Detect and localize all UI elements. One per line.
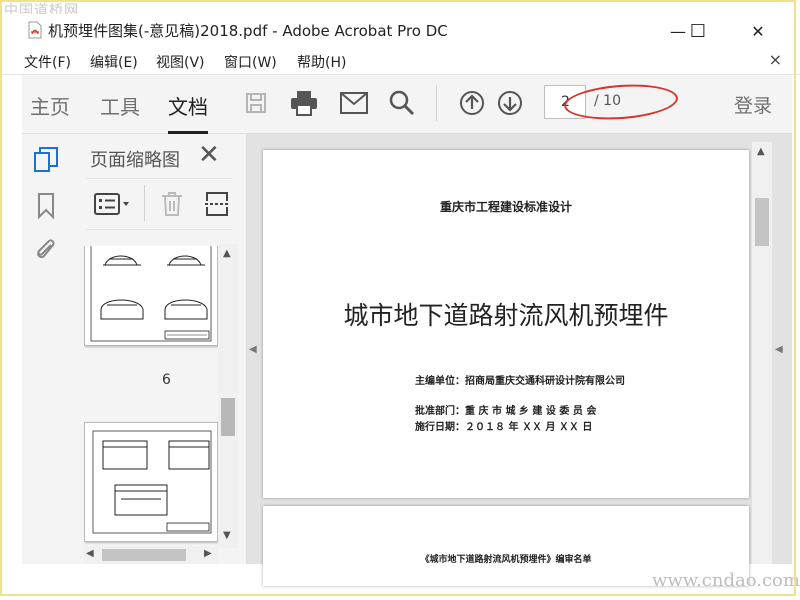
document-viewer[interactable]: ◀ 重庆市工程建设标准设计 城市地下道路射流风机预埋件 主编单位：招商局重庆交通… — [247, 134, 792, 586]
page-header: 重庆市工程建设标准设计 — [439, 200, 572, 214]
tab-home[interactable]: 主页 — [30, 91, 70, 120]
window-title: 机预埋件图集(-意见稿)2018.pdf - Adobe Acrobat Pro… — [48, 22, 448, 40]
toolbar-separator — [436, 85, 437, 121]
save-icon[interactable] — [240, 87, 272, 119]
document-vertical-scrollbar[interactable]: ▲ — [752, 142, 772, 564]
menu-edit[interactable]: 编辑(E) — [90, 52, 138, 72]
thumbnail-horizontal-scrollbar[interactable]: ◀ ▶ — [84, 546, 218, 564]
toolbar: 主页 工具 文档 2 / 10 登录 — [22, 75, 792, 134]
tab-tools[interactable]: 工具 — [100, 91, 140, 120]
search-icon[interactable] — [386, 87, 418, 119]
review-list-heading: 《城市地下道路射流风机预埋件》编审名单 — [420, 555, 592, 565]
thumbnail-hscroll-thumb[interactable] — [102, 549, 186, 561]
tab-document[interactable]: 文档 — [168, 91, 208, 134]
left-navigation-rail — [22, 134, 71, 564]
page-thumbnail-7[interactable] — [84, 422, 218, 542]
page-down-icon[interactable] — [494, 87, 526, 119]
menu-help[interactable]: 帮助(H) — [297, 52, 346, 72]
email-icon[interactable] — [338, 87, 370, 119]
thumbnail-tools — [86, 178, 232, 230]
close-panel-button[interactable]: ✕ — [198, 140, 220, 170]
collapse-left-pane-icon[interactable]: ◀ — [249, 344, 257, 355]
thumbnail-scroll-thumb[interactable] — [221, 398, 235, 436]
scroll-right-icon[interactable]: ▶ — [204, 548, 212, 559]
attachment-icon[interactable] — [30, 234, 62, 266]
document-page-1: 重庆市工程建设标准设计 城市地下道路射流风机预埋件 主编单位：招商局重庆交通科研… — [263, 150, 749, 498]
login-button[interactable]: 登录 — [734, 91, 772, 118]
doc-scroll-up-icon[interactable]: ▲ — [757, 146, 765, 157]
page-thumbnail-6[interactable] — [84, 246, 218, 346]
options-menu-icon[interactable] — [94, 193, 132, 219]
pdf-file-icon — [28, 21, 42, 39]
bookmark-icon[interactable] — [30, 190, 62, 222]
watermark-bottom: www.cndao.com — [652, 570, 800, 591]
document-scroll-thumb[interactable] — [755, 198, 769, 246]
approval-department: 批准部门：重 庆 市 城 乡 建 设 委 员 会 — [415, 406, 597, 417]
print-icon[interactable] — [288, 87, 320, 119]
scroll-left-icon[interactable]: ◀ — [86, 548, 94, 559]
delete-page-icon[interactable] — [160, 191, 184, 221]
menu-window[interactable]: 窗口(W) — [224, 52, 277, 72]
split-page-icon[interactable] — [204, 191, 230, 221]
editor-unit: 主编单位：招商局重庆交通科研设计院有限公司 — [415, 376, 625, 387]
close-window-button[interactable]: ✕ — [738, 18, 778, 44]
page-up-icon[interactable] — [456, 87, 488, 119]
tools-separator — [144, 185, 145, 221]
collapse-right-pane-icon[interactable]: ◀ — [775, 344, 783, 355]
effective-date: 施行日期：２０１８ 年 ＸＸ 月 ＸＸ 日 — [415, 422, 593, 433]
menu-file[interactable]: 文件(F) — [24, 52, 71, 72]
thumbnail-panel: 页面缩略图 ✕ 6 ▲ ▼ ◀ ▶ — [70, 134, 247, 564]
document-title: 城市地下道路射流风机预埋件 — [343, 301, 669, 330]
menu-view[interactable]: 视图(V) — [156, 52, 205, 72]
page-thumbnails-icon[interactable] — [30, 144, 62, 176]
thumbnail-vertical-scrollbar[interactable]: ▲ ▼ — [218, 244, 238, 548]
thumbnail-list: 6 — [84, 246, 218, 546]
maximize-button[interactable]: ☐ — [678, 18, 718, 44]
scroll-down-icon[interactable]: ▼ — [223, 530, 231, 541]
title-bar: 机预埋件图集(-意见稿)2018.pdf - Adobe Acrobat Pro… — [0, 14, 800, 46]
thumbnail-page-number: 6 — [162, 372, 171, 388]
scroll-up-icon[interactable]: ▲ — [223, 248, 231, 259]
thumbnail-panel-title: 页面缩略图 — [90, 150, 180, 171]
close-document-button[interactable]: × — [769, 50, 782, 69]
menu-bar: 文件(F) 编辑(E) 视图(V) 窗口(W) 帮助(H) × — [0, 48, 800, 75]
